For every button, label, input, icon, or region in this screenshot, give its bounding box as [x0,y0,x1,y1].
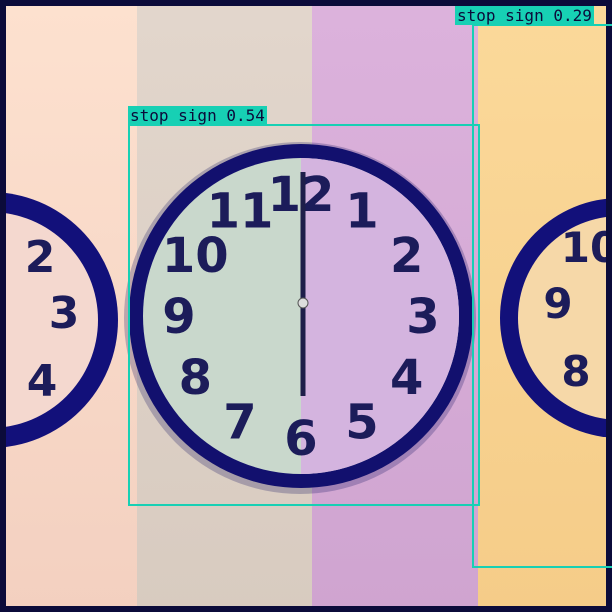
left-clock-numeral-2: 2 [25,232,56,283]
detection-box-2 [472,24,612,568]
detection-box-1 [128,124,480,506]
left-clock-numeral-3: 3 [49,288,80,339]
detection-label-2: stop sign 0.29 [455,6,594,25]
left-clock: 2 3 4 [6,193,118,447]
left-clock-numeral-4: 4 [27,356,58,407]
detection-label-1: stop sign 0.54 [128,106,267,125]
